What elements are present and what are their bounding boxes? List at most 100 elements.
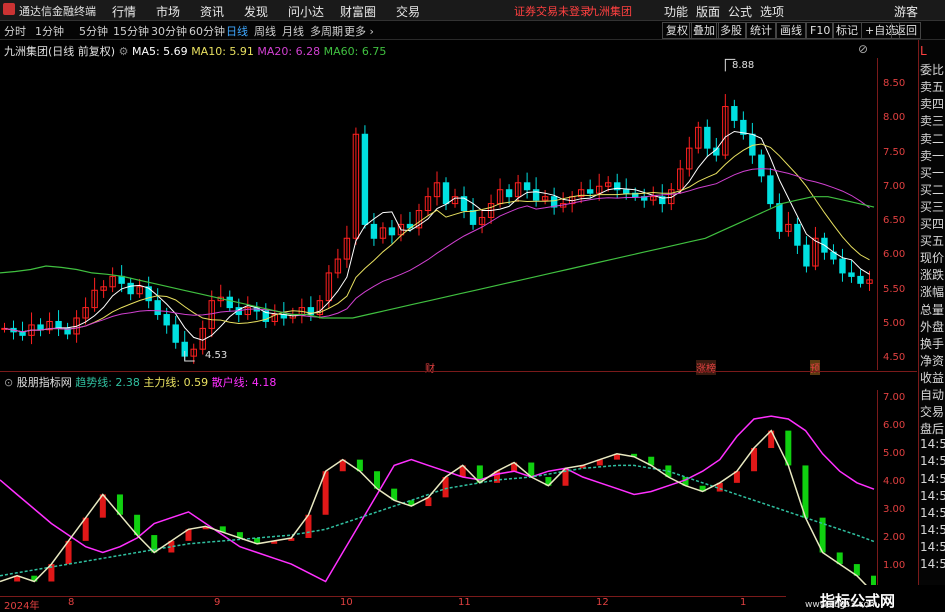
event-mark-limit-up[interactable]: 涨榜 bbox=[696, 360, 716, 375]
menu-item-market[interactable]: 市场 bbox=[156, 3, 180, 20]
candle-body bbox=[37, 324, 44, 331]
settings-icon[interactable]: ⚙ bbox=[119, 45, 129, 58]
event-mark-forecast[interactable]: 预 bbox=[810, 360, 820, 375]
side-panel-label: 收益 bbox=[920, 370, 945, 385]
candle-body bbox=[469, 210, 477, 225]
side-panel-label: 涨跌 bbox=[920, 268, 945, 283]
period-tab-15min[interactable]: 15分钟 bbox=[113, 23, 149, 39]
side-panel-label[interactable]: 盘后 bbox=[920, 420, 945, 437]
date-tick: 11 bbox=[458, 597, 471, 608]
chart-icon[interactable]: ⊙ bbox=[4, 376, 13, 389]
menu-bar: 通达信金融终端 行情 市场 资讯 发现 问小达 财富圈 交易 证券交易未登录 九… bbox=[0, 0, 945, 21]
side-panel-label: 涨幅 bbox=[920, 285, 945, 300]
ma20-legend: MA20: 6.28 bbox=[257, 45, 321, 58]
price-tick: 5.00 bbox=[883, 318, 906, 329]
menu-item-formula[interactable]: 公式 bbox=[728, 3, 752, 20]
app-title: 通达信金融终端 bbox=[19, 5, 96, 18]
menu-item-wealth[interactable]: 财富圈 bbox=[340, 3, 376, 20]
login-notice[interactable]: 证券交易未登录 bbox=[514, 3, 591, 19]
candle-body bbox=[523, 182, 531, 191]
side-panel-label: 净资 bbox=[920, 353, 945, 368]
menu-item-quotes[interactable]: 行情 bbox=[112, 3, 136, 20]
period-tab-1min[interactable]: 1分钟 bbox=[35, 23, 64, 39]
side-panel-label: 现价 bbox=[920, 251, 945, 266]
indicator-chart[interactable] bbox=[0, 390, 876, 596]
low-price-label: 4.53 bbox=[205, 350, 228, 361]
candle-body bbox=[704, 126, 711, 149]
side-panel-label: 卖五 bbox=[920, 80, 945, 95]
period-tab-5min[interactable]: 5分钟 bbox=[79, 23, 108, 39]
period-tab-intraday[interactable]: 分时 bbox=[4, 23, 26, 39]
toolbar-overlay-button[interactable]: 叠加 bbox=[689, 22, 719, 39]
toolbar-mark-button[interactable]: 标记 bbox=[832, 22, 862, 39]
candle-body bbox=[532, 189, 540, 201]
menu-item-function[interactable]: 功能 bbox=[664, 3, 688, 20]
menu-item-options[interactable]: 选项 bbox=[760, 3, 784, 20]
side-panel-label[interactable]: 自动 bbox=[920, 386, 945, 403]
event-mark-finance[interactable]: 财 bbox=[425, 360, 435, 375]
menu-item-discover[interactable]: 发现 bbox=[244, 3, 268, 20]
guest-button[interactable]: 游客 bbox=[894, 3, 918, 20]
app-logo-icon bbox=[3, 3, 15, 15]
period-tab-more[interactable]: 更多 › bbox=[344, 23, 374, 39]
candle-body bbox=[505, 189, 513, 198]
toolbar-f10-button[interactable]: F10 bbox=[806, 22, 835, 39]
period-tab-multi[interactable]: 多周期 bbox=[310, 23, 343, 39]
period-tab-60min[interactable]: 60分钟 bbox=[189, 23, 225, 39]
indicator-tick: 2.00 bbox=[883, 532, 906, 543]
candle-body bbox=[127, 282, 134, 295]
date-tick: 1 bbox=[740, 597, 747, 608]
date-axis: 2024年 8 9 10 11 12 1 bbox=[0, 596, 877, 612]
period-tab-30min[interactable]: 30分钟 bbox=[151, 23, 187, 39]
price-tick: 5.50 bbox=[883, 284, 906, 295]
toolbar-back-button[interactable]: 返回 bbox=[891, 22, 921, 39]
ma10-legend: MA10: 5.91 bbox=[191, 45, 254, 58]
toolbar-draw-button[interactable]: 画线 bbox=[776, 22, 806, 39]
indicator-axis: 7.00 6.00 5.00 4.00 3.00 2.00 1.00 bbox=[877, 390, 918, 596]
pane-divider[interactable] bbox=[0, 371, 917, 372]
toolbar-multi-stock-button[interactable]: 多股 bbox=[716, 22, 746, 39]
side-panel-label[interactable]: 交易 bbox=[920, 403, 945, 420]
side-panel-label: 买三 bbox=[920, 199, 945, 214]
period-tab-daily[interactable]: 日线 bbox=[226, 23, 248, 39]
side-panel-label: 14:56 bbox=[920, 505, 945, 520]
candlestick-chart[interactable] bbox=[0, 58, 876, 370]
price-tick: 7.50 bbox=[883, 147, 906, 158]
main-force-line bbox=[0, 429, 875, 594]
side-panel-label: 14:56 bbox=[920, 454, 945, 469]
menu-item-trade[interactable]: 交易 bbox=[396, 3, 420, 20]
toolbar-stats-button[interactable]: 统计 bbox=[746, 22, 776, 39]
quote-side-panel: L 委比 卖五 卖四 卖三 卖二 卖一 买一 买二 买三 买四 买五 现价 涨跌 涨幅 总量 外盘 换手 净资 收益自… bbox=[918, 40, 945, 609]
side-panel-label: L bbox=[920, 44, 927, 58]
date-tick: 2024年 bbox=[4, 601, 40, 612]
candle-body bbox=[154, 300, 161, 316]
period-tab-monthly[interactable]: 月线 bbox=[282, 23, 304, 39]
menu-item-assistant[interactable]: 问小达 bbox=[288, 3, 324, 20]
indicator-tick: 1.00 bbox=[883, 560, 906, 571]
indicator-legend: ⊙ 股朋指标网 趋势线: 2.38 主力线: 0.59 散户线: 4.18 bbox=[4, 374, 276, 390]
side-panel-label: 买四 bbox=[920, 217, 945, 231]
collapse-icon[interactable]: ⊘ bbox=[858, 42, 868, 56]
candle-body bbox=[857, 275, 864, 284]
price-tick: 6.00 bbox=[883, 249, 906, 260]
menu-item-news[interactable]: 资讯 bbox=[200, 3, 224, 20]
side-panel-label: 卖四 bbox=[920, 97, 945, 112]
candle-body bbox=[586, 189, 594, 194]
side-panel-label: 14:56 bbox=[920, 557, 945, 571]
side-panel-label: 14:56 bbox=[920, 539, 945, 554]
side-panel-label: 卖一 bbox=[920, 148, 945, 163]
candle-body bbox=[442, 182, 450, 205]
menu-item-layout[interactable]: 版面 bbox=[696, 3, 720, 20]
candle-body bbox=[172, 324, 179, 343]
side-panel-label: 14:56 bbox=[920, 437, 945, 452]
price-tick: 4.50 bbox=[883, 352, 906, 363]
candle-body bbox=[803, 244, 810, 267]
toolbar-adjust-button[interactable]: 复权 bbox=[662, 22, 692, 39]
candle-body bbox=[163, 314, 170, 326]
side-panel-label: 外盘 bbox=[920, 319, 945, 334]
side-panel-label: 卖三 bbox=[920, 114, 945, 129]
period-tab-weekly[interactable]: 周线 bbox=[254, 23, 276, 39]
candle-body bbox=[839, 258, 846, 274]
indicator-tick: 6.00 bbox=[883, 420, 906, 431]
candle-body bbox=[848, 272, 855, 277]
